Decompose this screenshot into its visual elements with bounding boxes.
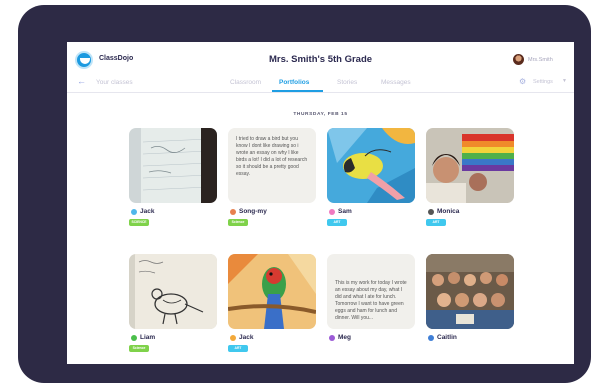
class-title: Mrs. Smith's 5th Grade (268, 54, 373, 65)
post-author[interactable]: Meg (327, 334, 419, 344)
post-text: This is my work for today I wrote an ess… (335, 280, 407, 321)
tab-portfolios[interactable]: Portfolios (279, 79, 309, 86)
author-name: Sam (338, 208, 352, 215)
post-author[interactable]: Monica (426, 208, 518, 218)
chevron-down-icon[interactable]: ▼ (562, 78, 567, 84)
nav-bar: ← Your classes Classroom Portfolios Stor… (67, 73, 574, 93)
author-name: Song-my (239, 208, 267, 215)
post-author[interactable]: Jack (129, 208, 221, 218)
subject-tag: SCIENCE (129, 219, 149, 226)
subject-tag: ART (426, 219, 446, 226)
student-avatar (131, 209, 137, 215)
author-name: Meg (338, 334, 351, 341)
post-text-card[interactable]: This is my work for today I wrote an ess… (327, 254, 415, 329)
tab-messages[interactable]: Messages (381, 79, 411, 86)
tablet-frame: ClassDojo Mrs. Smith's 5th Grade Mrs.Smi… (18, 5, 591, 383)
subject-tag: Science (129, 345, 149, 352)
post-photo[interactable] (327, 128, 415, 203)
post-author[interactable]: Caitlin (426, 334, 518, 344)
post-photo[interactable] (426, 254, 514, 329)
post-author[interactable]: Sam (327, 208, 419, 218)
subject-tag: ART (228, 345, 248, 352)
post-text-card[interactable]: I tried to draw a bird but you know I do… (228, 128, 316, 203)
back-arrow-icon[interactable]: ← (77, 77, 86, 86)
student-avatar (329, 209, 335, 215)
student-avatar (428, 335, 434, 341)
feed-date: THURSDAY, FEB 15 (293, 112, 348, 117)
post-text: I tried to draw a bird but you know I do… (236, 136, 308, 177)
author-name: Liam (140, 334, 156, 341)
gear-icon[interactable]: ⚙ (519, 77, 526, 86)
tab-classroom[interactable]: Classroom (230, 79, 261, 86)
author-name: Caitlin (437, 334, 457, 341)
app-screen: ClassDojo Mrs. Smith's 5th Grade Mrs.Smi… (67, 42, 574, 364)
settings-button[interactable]: Settings (533, 79, 553, 85)
user-avatar[interactable] (513, 54, 524, 65)
tab-stories[interactable]: Stories (337, 79, 357, 86)
post-photo[interactable] (129, 254, 217, 329)
your-classes-link[interactable]: Your classes (96, 79, 133, 86)
student-avatar (131, 335, 137, 341)
student-avatar (329, 335, 335, 341)
active-tab-indicator (272, 90, 323, 92)
post-author[interactable]: Song-my (228, 208, 320, 218)
subject-tag: Science (228, 219, 248, 226)
student-avatar (230, 209, 236, 215)
post-author[interactable]: Liam (129, 334, 221, 344)
author-name: Monica (437, 208, 460, 215)
post-author[interactable]: Jack (228, 334, 320, 344)
post-photo[interactable] (228, 254, 316, 329)
student-avatar (428, 209, 434, 215)
student-avatar (230, 335, 236, 341)
post-photo[interactable] (129, 128, 217, 203)
user-name[interactable]: Mrs.Smith (528, 57, 553, 63)
author-name: Jack (140, 208, 155, 215)
post-photo[interactable] (426, 128, 514, 203)
app-header: ClassDojo Mrs. Smith's 5th Grade Mrs.Smi… (67, 42, 574, 73)
subject-tag: ART (327, 219, 347, 226)
author-name: Jack (239, 334, 254, 341)
